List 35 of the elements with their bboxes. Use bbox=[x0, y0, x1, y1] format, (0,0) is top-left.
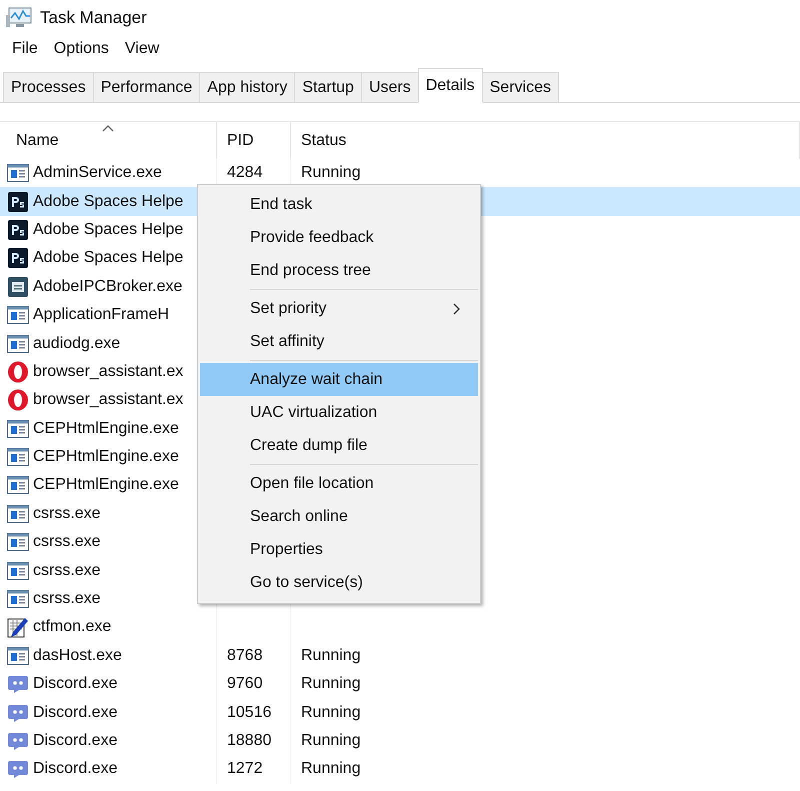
process-status: Running bbox=[301, 675, 361, 694]
process-status: Running bbox=[301, 164, 361, 182]
process-name: AdminService.exe bbox=[33, 164, 162, 182]
process-name: csrss.exe bbox=[33, 504, 101, 523]
process-name: Discord.exe bbox=[33, 760, 118, 778]
process-status: Running bbox=[301, 760, 361, 778]
process-name: csrss.exe bbox=[33, 562, 101, 580]
process-id: 8768 bbox=[227, 646, 263, 665]
process-id: 4284 bbox=[227, 164, 263, 182]
process-name: Discord.exe bbox=[33, 704, 118, 722]
process-name: ctfmon.exe bbox=[33, 618, 112, 636]
process-name: CEPHtmlEngine.exe bbox=[33, 420, 179, 438]
process-name: AdobeIPCBroker.exe bbox=[33, 278, 182, 296]
process-status: Running bbox=[301, 732, 361, 750]
process-name: csrss.exe bbox=[33, 590, 101, 608]
window-title: Task Manager bbox=[40, 8, 147, 28]
process-name: Discord.exe bbox=[33, 732, 118, 750]
process-name: Adobe Spaces Helpe bbox=[33, 220, 184, 239]
process-status: Running bbox=[301, 704, 361, 722]
process-name: audiodg.exe bbox=[33, 334, 120, 353]
process-name: Adobe Spaces Helpe bbox=[33, 249, 184, 268]
process-id: 1272 bbox=[227, 760, 263, 778]
process-name: csrss.exe bbox=[33, 533, 101, 552]
process-name: Discord.exe bbox=[33, 675, 118, 694]
process-name: browser_assistant.ex bbox=[33, 362, 184, 381]
process-name: CEPHtmlEngine.exe bbox=[33, 448, 179, 466]
process-status: Running bbox=[301, 646, 361, 665]
process-name: ApplicationFrameH bbox=[33, 306, 170, 324]
process-name: dasHost.exe bbox=[33, 646, 122, 665]
process-name: Adobe Spaces Helpe bbox=[33, 192, 184, 211]
process-id: 10516 bbox=[227, 704, 272, 722]
process-id: 9760 bbox=[227, 675, 263, 694]
process-name: browser_assistant.ex bbox=[33, 391, 184, 410]
process-id: 18880 bbox=[227, 732, 272, 750]
process-name: CEPHtmlEngine.exe bbox=[33, 476, 179, 494]
